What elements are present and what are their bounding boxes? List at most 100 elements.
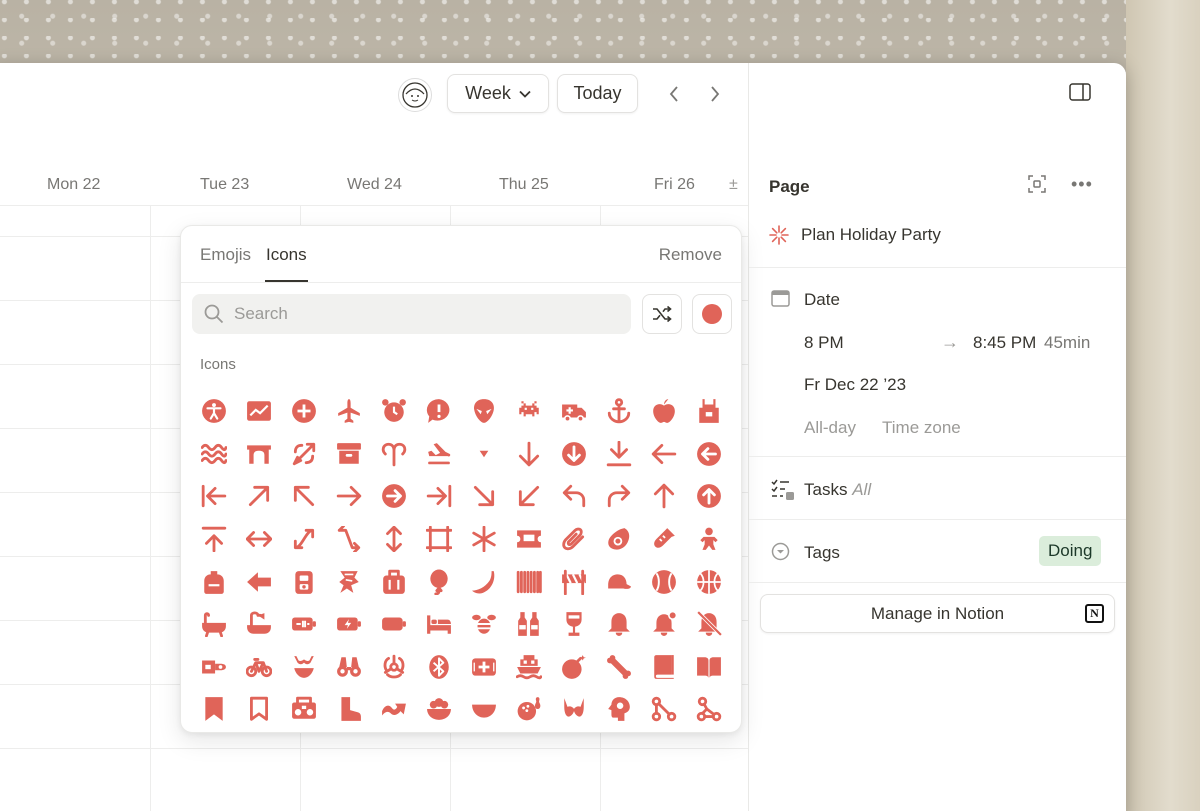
bell-alert-icon[interactable] (641, 603, 686, 646)
bacon-icon[interactable] (326, 560, 371, 603)
avatar[interactable] (398, 78, 432, 112)
arrow-down-circle-icon[interactable] (551, 433, 596, 476)
bookmark-icon[interactable] (191, 688, 236, 731)
page-title-row[interactable]: Plan Holiday Party (769, 225, 941, 245)
arrows-swap-icon[interactable] (326, 518, 371, 561)
sidebar-toggle-icon[interactable] (1069, 83, 1091, 101)
next-week-button[interactable] (703, 82, 727, 106)
arrow-down-left-icon[interactable] (506, 475, 551, 518)
apron-icon[interactable] (686, 390, 731, 433)
backpack-icon[interactable] (191, 560, 236, 603)
arch-icon[interactable] (236, 433, 281, 476)
space-invader-icon[interactable] (506, 390, 551, 433)
back-arrow-icon[interactable] (236, 560, 281, 603)
archery-icon[interactable] (281, 433, 326, 476)
arrow-down-icon[interactable] (506, 433, 551, 476)
random-icon-button[interactable] (642, 294, 682, 334)
download-icon[interactable] (596, 433, 641, 476)
bra-icon[interactable] (551, 688, 596, 731)
bluetooth-icon[interactable] (416, 646, 461, 689)
balloon-icon[interactable] (416, 560, 461, 603)
more-options-icon[interactable]: ••• (1071, 174, 1093, 195)
arrows-horizontal-icon[interactable] (236, 518, 281, 561)
baby-icon[interactable] (686, 518, 731, 561)
alert-bubble-icon[interactable] (416, 390, 461, 433)
arrow-right-icon[interactable] (326, 475, 371, 518)
baseball-cap-icon[interactable] (596, 560, 641, 603)
start-time[interactable]: 8 PM (804, 333, 844, 353)
upload-icon[interactable] (191, 518, 236, 561)
open-page-icon[interactable] (1028, 175, 1046, 193)
remove-icon-button[interactable]: Remove (659, 245, 722, 265)
bookmark-outline-icon[interactable] (236, 688, 281, 731)
bomb-icon[interactable] (551, 646, 596, 689)
biohazard-icon[interactable] (371, 646, 416, 689)
view-dropdown[interactable]: Week (447, 74, 549, 113)
brain-head-icon[interactable] (596, 688, 641, 731)
arrow-up-right-icon[interactable] (236, 475, 281, 518)
bone-icon[interactable] (596, 646, 641, 689)
archive-box-icon[interactable] (326, 433, 371, 476)
book-icon[interactable] (641, 646, 686, 689)
caret-down-icon[interactable] (461, 433, 506, 476)
baseball-icon[interactable] (641, 560, 686, 603)
arrow-up-icon[interactable] (641, 475, 686, 518)
arrows-vertical-icon[interactable] (371, 518, 416, 561)
plane-arrival-icon[interactable] (416, 433, 461, 476)
anchor-icon[interactable] (596, 390, 641, 433)
arrow-up-circle-icon[interactable] (686, 475, 731, 518)
wine-glass-icon[interactable] (551, 603, 596, 646)
hospital-sign-icon[interactable] (461, 646, 506, 689)
plus-circle-icon[interactable] (281, 390, 326, 433)
barrier-icon[interactable] (551, 560, 596, 603)
alien-icon[interactable] (461, 390, 506, 433)
bounce-arrow-icon[interactable] (371, 688, 416, 731)
time-zone-button[interactable]: Time zone (882, 418, 961, 438)
bicycle-icon[interactable] (236, 646, 281, 689)
undo-icon[interactable] (551, 475, 596, 518)
manage-in-notion-button[interactable]: Manage in Notion N (760, 594, 1115, 633)
end-time[interactable]: 8:45 PM (973, 333, 1036, 353)
alarm-clock-icon[interactable] (371, 390, 416, 433)
asterisk-icon[interactable] (461, 518, 506, 561)
ambulance-icon[interactable] (551, 390, 596, 433)
event-date[interactable]: Fr Dec 22 ’23 (804, 375, 906, 395)
book-open-icon[interactable] (686, 646, 731, 689)
binoculars-icon[interactable] (326, 646, 371, 689)
water-waves-icon[interactable] (191, 433, 236, 476)
luggage-icon[interactable] (371, 560, 416, 603)
bike-rack-icon[interactable] (191, 646, 236, 689)
bowl-food-icon[interactable] (416, 688, 461, 731)
shower-bath-icon[interactable] (236, 603, 281, 646)
boat-icon[interactable] (506, 646, 551, 689)
frame-icon[interactable] (416, 518, 461, 561)
bell-off-icon[interactable] (686, 603, 731, 646)
accessibility-icon[interactable] (191, 390, 236, 433)
search-input[interactable] (234, 304, 614, 324)
battery-bolt-icon[interactable] (326, 603, 371, 646)
arrow-down-right-icon[interactable] (461, 475, 506, 518)
arrow-up-left-icon[interactable] (281, 475, 326, 518)
arrow-right-circle-icon[interactable] (371, 475, 416, 518)
battery-charging-icon[interactable] (281, 603, 326, 646)
banana-icon[interactable] (461, 560, 506, 603)
arrow-left-circle-icon[interactable] (686, 433, 731, 476)
day-options-button[interactable]: ± (729, 176, 738, 194)
basketball-icon[interactable] (686, 560, 731, 603)
boombox-icon[interactable] (281, 688, 326, 731)
bee-icon[interactable] (461, 603, 506, 646)
paperclip-icon[interactable] (551, 518, 596, 561)
chart-icon[interactable] (236, 390, 281, 433)
previous-week-button[interactable] (662, 82, 686, 106)
tab-icons[interactable]: Icons (266, 245, 307, 265)
icon-search-field[interactable] (192, 294, 631, 334)
aries-icon[interactable] (371, 433, 416, 476)
beer-bottles-icon[interactable] (506, 603, 551, 646)
bathtub-icon[interactable] (191, 603, 236, 646)
bowl-icon[interactable] (461, 688, 506, 731)
tab-emojis[interactable]: Emojis (200, 245, 251, 265)
redo-icon[interactable] (596, 475, 641, 518)
arrow-left-icon[interactable] (641, 433, 686, 476)
apple-icon[interactable] (641, 390, 686, 433)
all-day-toggle[interactable]: All-day (804, 418, 856, 438)
